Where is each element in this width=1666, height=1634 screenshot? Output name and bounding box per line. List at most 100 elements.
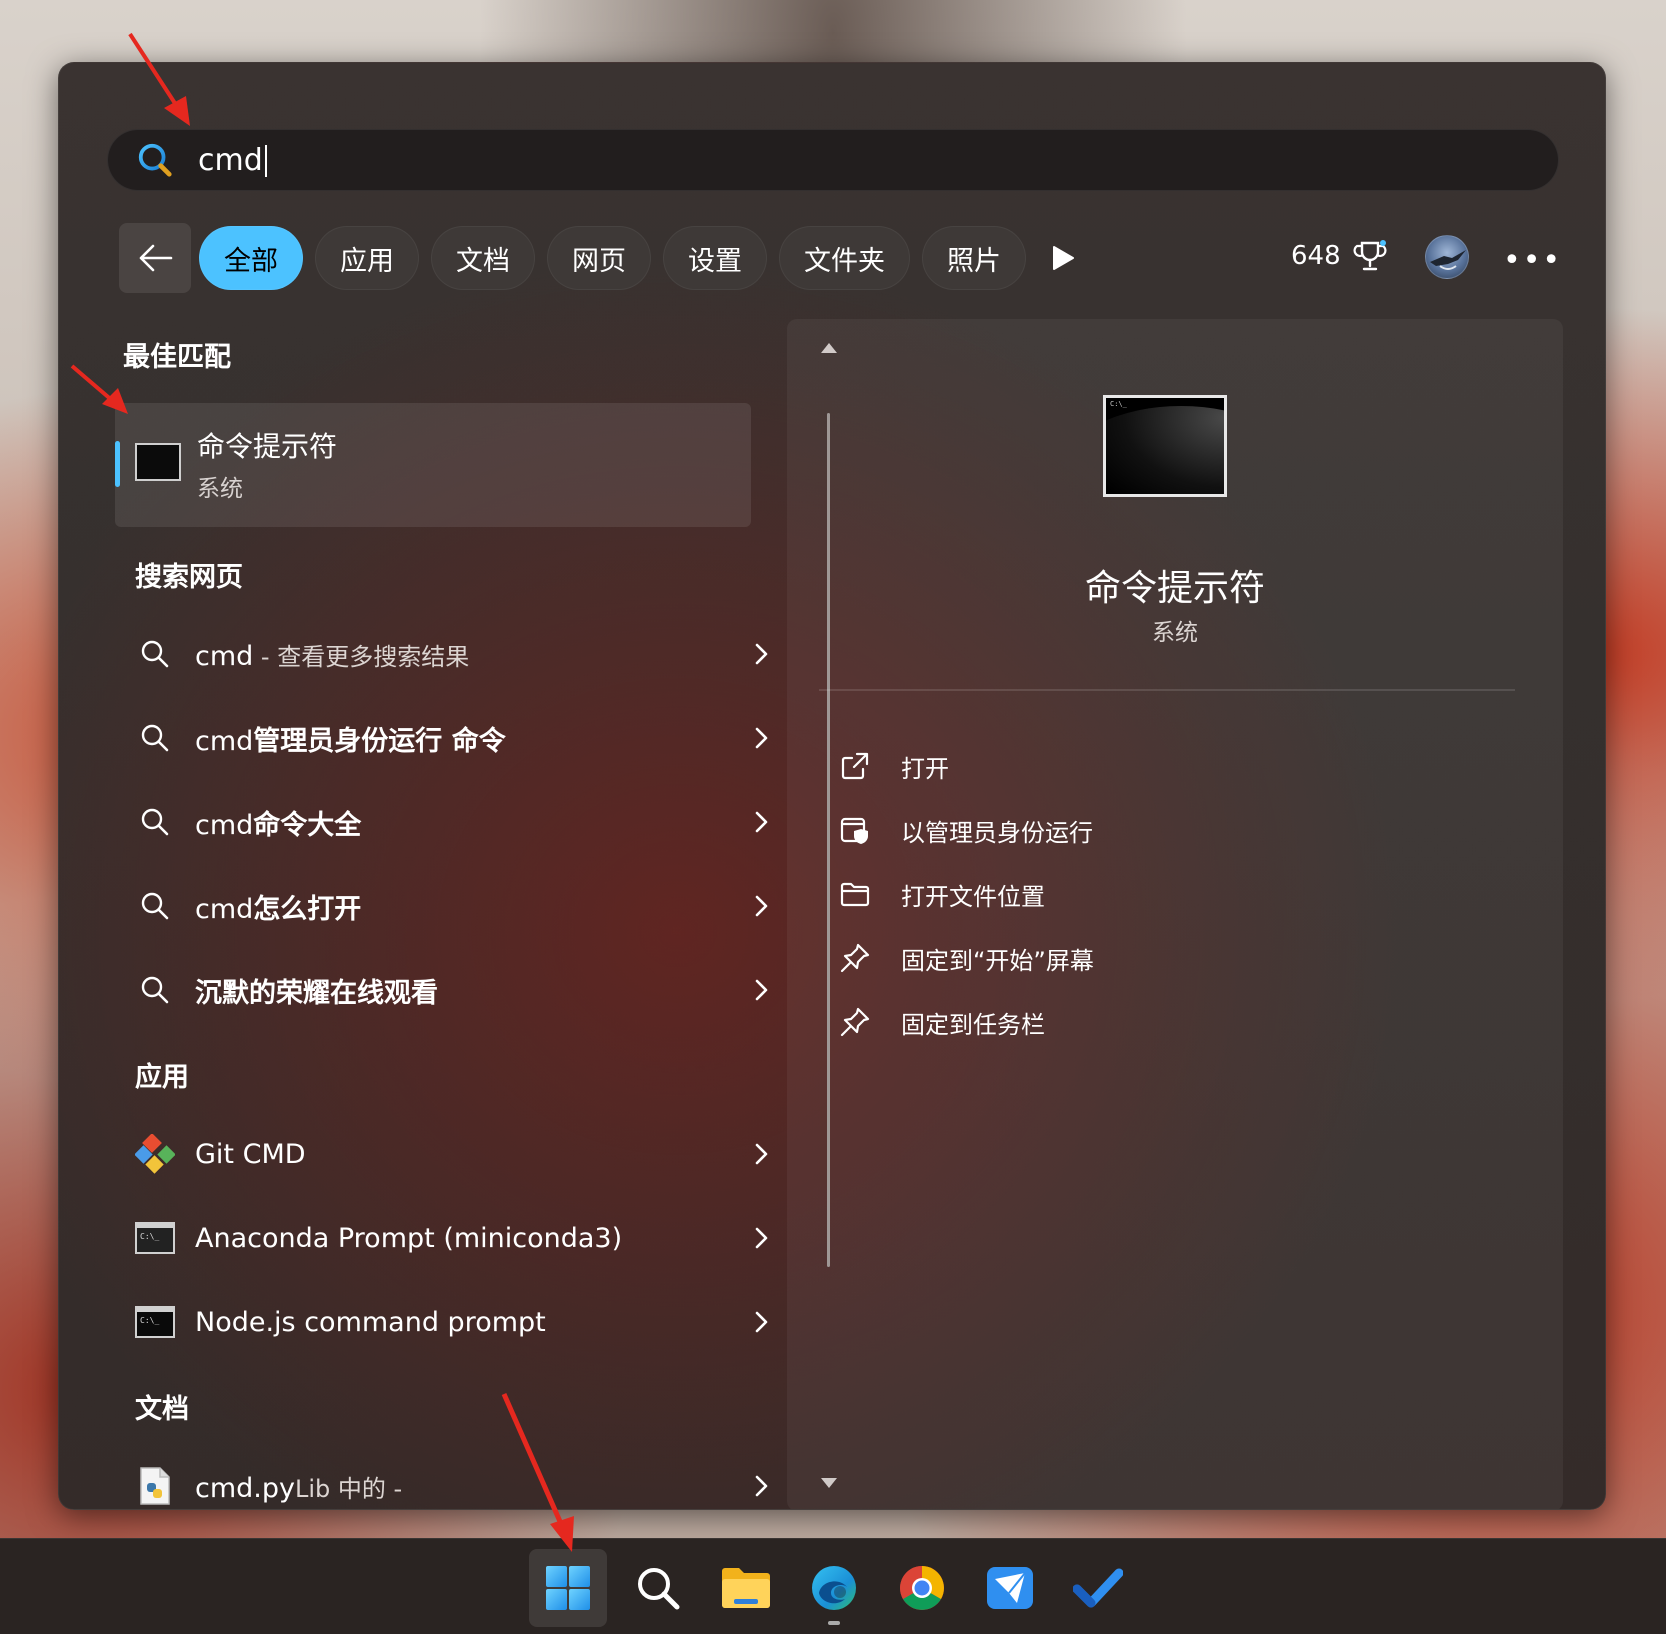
pin-icon: [840, 1007, 870, 1037]
svg-text:C:\_: C:\_: [140, 1316, 159, 1325]
best-match-title: 命令提示符: [197, 430, 338, 463]
taskbar-edge[interactable]: [795, 1549, 873, 1627]
selection-indicator: [115, 441, 120, 487]
detail-pane: C:\_ 命令提示符 系统 打开 以管理员身份运行 打开文件位置 固定到“开始”…: [787, 319, 1563, 1509]
text-caret: [264, 145, 267, 177]
folder-icon: [722, 1568, 770, 1608]
action-label: 打开文件位置: [901, 882, 1045, 911]
chevron-right-icon: [755, 979, 768, 1001]
search-icon: [135, 886, 175, 926]
taskbar-todo-app[interactable]: [1059, 1549, 1137, 1627]
paper-plane-icon: [987, 1567, 1033, 1609]
app-result-git-cmd[interactable]: Git CMD: [115, 1116, 768, 1192]
action-pin-to-start[interactable]: 固定到“开始”屏幕: [839, 936, 1094, 980]
web-result-label: cmd怎么打开: [195, 893, 362, 925]
taskbar-search-button[interactable]: [619, 1549, 697, 1627]
arrow-left-icon: [139, 244, 173, 272]
app-result-label: Git CMD: [195, 1138, 306, 1170]
git-icon: [135, 1134, 175, 1174]
app-result-nodejs-prompt[interactable]: C:\_ Node.js command prompt: [115, 1284, 768, 1360]
detail-subtitle: 系统: [1152, 620, 1198, 646]
start-search-panel: cmd 全部 应用 文档 网页 设置 文件夹 照片 648 ••• 最佳匹配 命…: [58, 62, 1606, 1510]
best-match-item[interactable]: 命令提示符 系统: [115, 403, 751, 527]
tab-settings[interactable]: 设置: [663, 226, 767, 290]
tab-folders[interactable]: 文件夹: [779, 226, 910, 290]
screen-glow: [1106, 406, 1224, 494]
windows-logo-icon: [546, 1566, 590, 1610]
action-run-as-admin[interactable]: 以管理员身份运行: [839, 808, 1093, 852]
chevron-right-icon: [755, 1475, 768, 1497]
chevron-right-icon: [755, 1143, 768, 1165]
action-open-file-location[interactable]: 打开文件位置: [839, 872, 1045, 916]
rewards-points[interactable]: 648: [1291, 239, 1387, 273]
chevron-right-icon: [755, 1311, 768, 1333]
chevron-right-icon: [755, 727, 768, 749]
app-result-label: Node.js command prompt: [195, 1306, 546, 1338]
web-result-4[interactable]: cmd怎么打开: [115, 868, 768, 944]
app-result-anaconda-prompt[interactable]: C:\_ Anaconda Prompt (miniconda3): [115, 1200, 768, 1276]
doc-result-label: cmd.pyLib 中的 -: [195, 1472, 403, 1504]
folder-icon: [840, 882, 870, 907]
tab-web[interactable]: 网页: [547, 226, 651, 290]
trophy-icon: [1353, 240, 1387, 271]
search-box[interactable]: cmd: [107, 129, 1559, 191]
action-label: 以管理员身份运行: [901, 818, 1093, 847]
search-icon: [135, 634, 175, 674]
points-value: 648: [1291, 241, 1341, 271]
chevron-right-icon: [755, 811, 768, 833]
chevron-right-icon: [755, 1227, 768, 1249]
search-icon: [138, 143, 172, 177]
open-external-icon: [841, 752, 869, 780]
command-prompt-icon: [135, 443, 181, 481]
chrome-browser-icon: [900, 1566, 944, 1610]
web-search-heading: 搜索网页: [135, 562, 243, 593]
search-icon: [638, 1568, 680, 1610]
action-label: 固定到“开始”屏幕: [901, 946, 1094, 975]
web-result-label: cmd - 查看更多搜索结果: [195, 640, 470, 672]
tab-apps[interactable]: 应用: [315, 226, 419, 290]
user-avatar[interactable]: [1425, 235, 1469, 279]
taskbar: [0, 1538, 1666, 1634]
checkmark-icon: [1073, 1568, 1123, 1608]
play-icon[interactable]: [1047, 243, 1077, 273]
taskbar-chrome[interactable]: [883, 1549, 961, 1627]
back-button[interactable]: [119, 223, 191, 293]
apps-heading: 应用: [135, 1062, 189, 1093]
prompt-glyph: C:\_: [1110, 400, 1127, 408]
chevron-right-icon: [755, 895, 768, 917]
web-result-label: cmd管理员身份运行 命令: [195, 725, 506, 757]
tab-photos[interactable]: 照片: [922, 226, 1026, 290]
action-label: 打开: [901, 754, 949, 783]
action-label: 固定到任务栏: [901, 1010, 1045, 1039]
web-result-5[interactable]: 沉默的荣耀在线观看: [115, 952, 768, 1028]
chevron-right-icon: [755, 643, 768, 665]
search-icon: [135, 718, 175, 758]
svg-text:C:\_: C:\_: [140, 1232, 159, 1241]
search-input[interactable]: cmd: [198, 143, 267, 178]
tab-all[interactable]: 全部: [199, 226, 303, 290]
tab-documents[interactable]: 文档: [431, 226, 535, 290]
app-result-label: Anaconda Prompt (miniconda3): [195, 1222, 623, 1254]
taskbar-file-explorer[interactable]: [707, 1549, 785, 1627]
web-result-label: cmd命令大全: [195, 809, 362, 841]
more-options-icon[interactable]: •••: [1503, 243, 1562, 278]
web-result-2[interactable]: cmd管理员身份运行 命令: [115, 700, 768, 776]
web-result-1[interactable]: cmd - 查看更多搜索结果: [115, 616, 768, 692]
documents-heading: 文档: [135, 1394, 189, 1425]
running-indicator: [828, 1621, 840, 1625]
avatar-image-icon: [1430, 250, 1466, 270]
shield-icon: [840, 817, 868, 844]
web-result-3[interactable]: cmd命令大全: [115, 784, 768, 860]
filter-tabs: 全部 应用 文档 网页 设置 文件夹 照片: [199, 226, 1026, 290]
doc-result-cmd-py[interactable]: cmd.pyLib 中的 -: [115, 1448, 768, 1509]
python-file-icon: [135, 1466, 175, 1506]
edge-browser-icon: [812, 1566, 856, 1610]
pin-icon: [840, 943, 870, 973]
taskbar-mail-app[interactable]: [971, 1549, 1049, 1627]
action-open[interactable]: 打开: [839, 744, 949, 788]
best-match-subtitle: 系统: [197, 476, 243, 502]
start-button[interactable]: [529, 1549, 607, 1627]
action-pin-to-taskbar[interactable]: 固定到任务栏: [839, 1000, 1045, 1044]
search-icon: [135, 802, 175, 842]
terminal-icon: C:\_: [135, 1302, 175, 1342]
